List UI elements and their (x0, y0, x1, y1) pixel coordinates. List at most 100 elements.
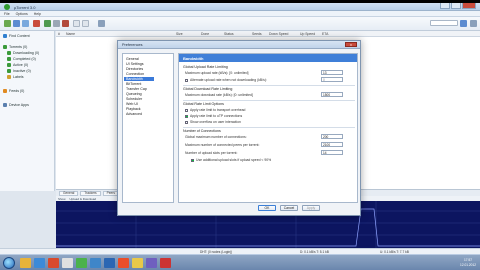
column-header[interactable]: Size (176, 32, 183, 36)
sidebar-item-find-content[interactable]: Find Content (3, 34, 30, 38)
max-download-field[interactable]: 1500 (321, 92, 343, 97)
cancel-button[interactable]: Cancel (280, 205, 298, 211)
ok-button[interactable]: OK (258, 205, 276, 211)
checkbox-box[interactable] (185, 78, 188, 82)
up-arrow-icon[interactable] (73, 20, 80, 27)
check-icon (7, 57, 11, 61)
graph-mode-select[interactable]: Upload & Download (70, 197, 97, 201)
upload-slots-label: Number of upload slots per torrent: (185, 151, 238, 155)
dialog-title: Preferences (122, 43, 143, 47)
tree-item-scheduler[interactable]: Scheduler (126, 97, 142, 101)
create-torrent-icon[interactable] (22, 20, 29, 27)
main-toolbar (0, 17, 480, 31)
column-header[interactable]: Down Speed (269, 32, 288, 36)
max-upload-field[interactable]: 13 (321, 70, 343, 75)
desktop: µTorrent 3.0 File Options Help Find Cont… (0, 3, 480, 270)
tree-item-ui-settings[interactable]: UI Settings (126, 62, 144, 66)
max-peers-field[interactable]: 2100 (321, 142, 343, 147)
column-header[interactable]: Seeds (252, 32, 262, 36)
remote-icon[interactable] (98, 20, 105, 27)
explorer-icon[interactable] (20, 258, 31, 268)
checkbox-box[interactable] (185, 120, 188, 124)
maximize-button[interactable] (451, 3, 461, 9)
apply-transport-checkbox[interactable]: Apply rate limit to transport overhead (185, 108, 245, 112)
sidebar-item-torrents[interactable]: Torrents (0) (3, 45, 27, 49)
chrome-icon[interactable] (132, 258, 143, 268)
section-upload: Global Upload Rate Limiting (183, 65, 228, 69)
column-header[interactable]: ETA (322, 32, 328, 36)
tree-item-bittorrent[interactable]: BitTorrent (126, 82, 141, 86)
dialog-titlebar: Preferences x (118, 41, 360, 49)
tree-item-directories[interactable]: Directories (126, 67, 143, 71)
start-icon[interactable] (44, 20, 51, 27)
paint-icon[interactable] (62, 258, 73, 268)
apply-button[interactable]: Apply (302, 205, 320, 211)
media-player-icon[interactable] (48, 258, 59, 268)
tab-general[interactable]: General (59, 190, 79, 196)
ie-icon[interactable] (34, 258, 45, 268)
checkbox-box[interactable] (185, 108, 188, 112)
close-button[interactable] (462, 3, 476, 9)
window-controls (440, 3, 476, 9)
show-overflow-checkbox[interactable]: Show overflow on user interaction (185, 120, 241, 124)
tree-item-bandwidth[interactable]: Bandwidth (124, 77, 154, 81)
tree-item-general[interactable]: General (126, 57, 139, 61)
remove-icon[interactable] (33, 20, 40, 27)
firefox-icon[interactable] (118, 258, 129, 268)
sidebar-item-active[interactable]: Active (0) (7, 63, 28, 67)
stop-icon[interactable] (62, 20, 69, 27)
app-task-icon[interactable] (90, 258, 101, 268)
pause-icon[interactable] (53, 20, 60, 27)
column-header[interactable]: Name (66, 32, 75, 36)
add-torrent-icon[interactable] (4, 20, 11, 27)
divider (183, 85, 355, 86)
column-header[interactable]: # (58, 32, 60, 36)
word-icon[interactable] (104, 258, 115, 268)
alt-upload-checkbox[interactable]: Alternate upload rate when not downloadi… (185, 78, 267, 82)
tree-item-queueing[interactable]: Queueing (126, 92, 142, 96)
column-header[interactable]: Status (224, 32, 234, 36)
sidebar-item-completed[interactable]: Completed (0) (7, 57, 36, 61)
add-url-icon[interactable] (13, 20, 20, 27)
tree-item-advanced[interactable]: Advanced (126, 112, 142, 116)
tree-item-web-ui[interactable]: Web UI (126, 102, 138, 106)
sidebar-item-downloading[interactable]: Downloading (0) (7, 51, 39, 55)
sidebar-item-device-apps[interactable]: Device Apps (3, 103, 29, 107)
start-button[interactable] (3, 257, 15, 269)
max-connections-field[interactable]: 200 (321, 134, 343, 139)
column-header[interactable]: Done (201, 32, 209, 36)
tree-item-connection[interactable]: Connection (126, 72, 144, 76)
preferences-dialog: Preferences x General UI Settings Direct… (117, 40, 361, 216)
download-arrow-icon (7, 51, 11, 55)
menu-options[interactable]: Options (16, 12, 28, 16)
minimize-button[interactable] (440, 3, 450, 9)
search-icon[interactable] (460, 20, 467, 27)
menu-file[interactable]: File (4, 12, 10, 16)
menu-help[interactable]: Help (34, 12, 41, 16)
checkbox-box[interactable] (191, 158, 194, 162)
sidebar-item-labels[interactable]: Labels (7, 75, 24, 79)
extra-slots-checkbox[interactable]: Use additional upload slots if upload sp… (191, 158, 271, 162)
app-task-icon-3[interactable] (160, 258, 171, 268)
taskbar-clock[interactable]: 17:57 12.01.2012 (460, 258, 476, 267)
checkbox-box[interactable] (185, 114, 188, 118)
find-content-icon (3, 34, 7, 38)
tree-item-playback[interactable]: Playback (126, 107, 141, 111)
down-arrow-icon[interactable] (82, 20, 89, 27)
sidebar-item-label: Downloading (0) (13, 51, 40, 55)
alt-upload-field[interactable]: 0 (321, 77, 343, 82)
apply-utp-checkbox[interactable]: Apply rate limit to uTP connections (185, 114, 242, 118)
search-input[interactable] (430, 20, 458, 26)
gear-icon[interactable] (470, 20, 477, 27)
app-task-icon-2[interactable] (146, 258, 157, 268)
tree-item-transfer-cap[interactable]: Transfer Cap (126, 87, 147, 91)
column-header[interactable]: Up Speed (300, 32, 315, 36)
sidebar-item-feeds[interactable]: Feeds (0) (3, 89, 24, 93)
sidebar-item-inactive[interactable]: Inactive (0) (7, 69, 31, 73)
bandwidth-panel: Bandwidth Global Upload Rate Limiting Ma… (178, 53, 358, 203)
utorrent-task-icon[interactable] (76, 258, 87, 268)
dialog-close-button[interactable]: x (345, 42, 357, 47)
upload-slots-field[interactable]: 14 (321, 150, 343, 155)
max-upload-label: Maximum upload rate (kB/s): [0: unlimite… (185, 71, 249, 75)
tab-trackers[interactable]: Trackers (80, 190, 101, 196)
